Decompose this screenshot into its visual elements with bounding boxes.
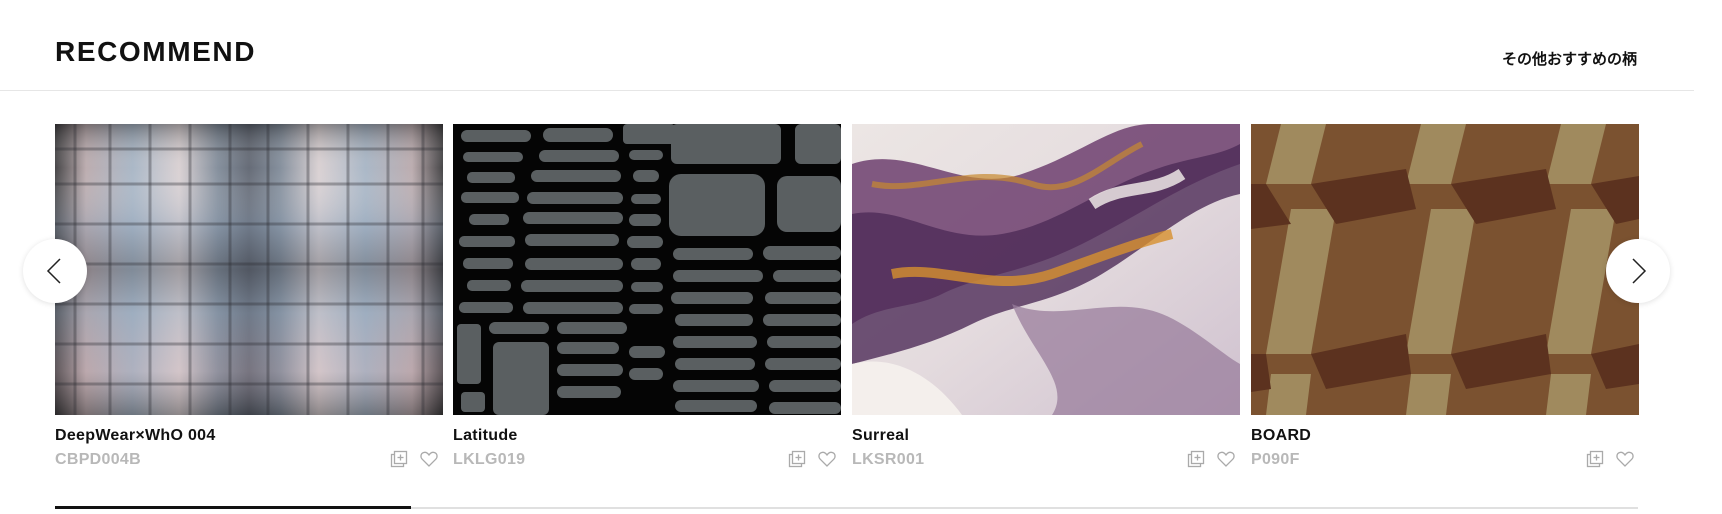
more-patterns-link[interactable]: その他おすすめの柄: [1502, 48, 1637, 69]
section-title: RECOMMEND: [55, 36, 257, 67]
pattern-code: LKSR001: [852, 451, 925, 468]
carousel-progress-track: [55, 506, 1638, 509]
pattern-image[interactable]: [852, 124, 1240, 415]
heart-icon[interactable]: [817, 449, 837, 469]
pattern-card[interactable]: DeepWear×WhO 004 CBPD004B: [55, 124, 443, 475]
heart-icon[interactable]: [419, 449, 439, 469]
pattern-name[interactable]: DeepWear×WhO 004: [55, 427, 443, 445]
recommend-carousel: DeepWear×WhO 004 CBPD004B Latitude LKLG0…: [0, 124, 1722, 514]
heart-icon[interactable]: [1615, 449, 1635, 469]
carousel-progress-indicator: [55, 506, 412, 509]
pattern-name[interactable]: Surreal: [852, 427, 1240, 445]
pattern-image[interactable]: [453, 124, 841, 415]
carousel-next-button[interactable]: [1606, 239, 1670, 303]
add-sample-icon[interactable]: [1585, 449, 1605, 469]
pattern-code: P090F: [1251, 451, 1300, 468]
pattern-image[interactable]: [1251, 124, 1639, 415]
add-sample-icon[interactable]: [1186, 449, 1206, 469]
chevron-left-icon: [46, 258, 61, 284]
pattern-card[interactable]: BOARD P090F: [1251, 124, 1639, 475]
pattern-name[interactable]: BOARD: [1251, 427, 1639, 445]
pattern-card[interactable]: Latitude LKLG019: [453, 124, 841, 475]
add-sample-icon[interactable]: [787, 449, 807, 469]
heart-icon[interactable]: [1216, 449, 1236, 469]
pattern-code: LKLG019: [453, 451, 526, 468]
add-sample-icon[interactable]: [389, 449, 409, 469]
pattern-image[interactable]: [55, 124, 443, 415]
pattern-card[interactable]: Surreal LKSR001: [852, 124, 1240, 475]
chevron-right-icon: [1632, 258, 1647, 284]
section-header: RECOMMEND その他おすすめの柄: [0, 0, 1694, 91]
pattern-name[interactable]: Latitude: [453, 427, 841, 445]
pattern-code: CBPD004B: [55, 451, 141, 468]
carousel-prev-button[interactable]: [23, 239, 87, 303]
